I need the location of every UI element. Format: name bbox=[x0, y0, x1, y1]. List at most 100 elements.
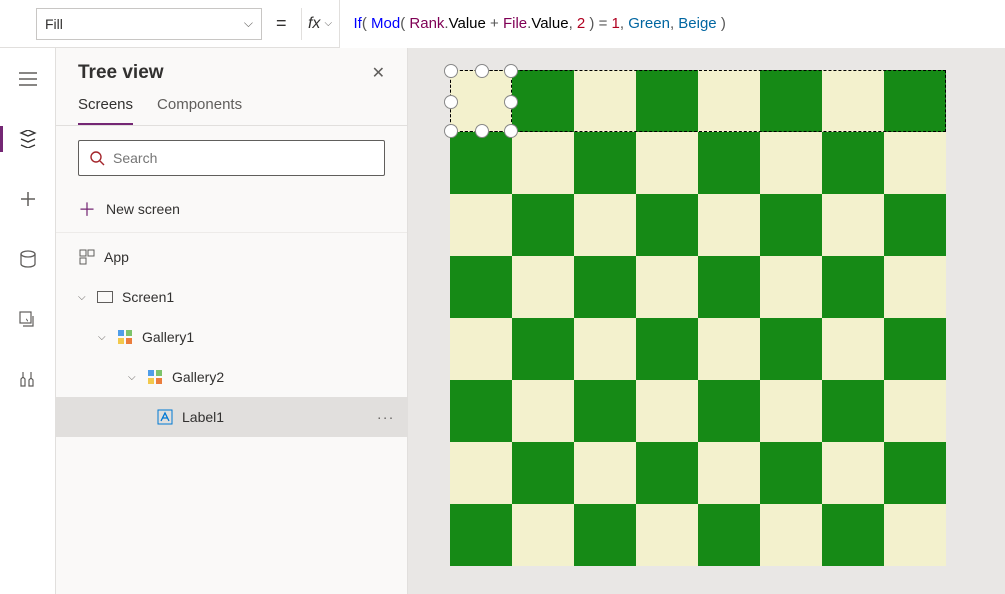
tree-view-panel: Tree view ✕ Screens Components ＋ New scr… bbox=[56, 48, 408, 594]
board-square bbox=[512, 256, 574, 318]
left-rail bbox=[0, 48, 56, 594]
board-square bbox=[884, 380, 946, 442]
board-square bbox=[574, 442, 636, 504]
board-square bbox=[574, 256, 636, 318]
tools-icon[interactable] bbox=[0, 362, 56, 396]
board-square bbox=[760, 70, 822, 132]
board-square bbox=[760, 256, 822, 318]
canvas[interactable] bbox=[408, 48, 1005, 594]
board-square bbox=[884, 318, 946, 380]
board-square bbox=[574, 70, 636, 132]
board-square bbox=[450, 194, 512, 256]
board-square bbox=[760, 318, 822, 380]
panel-title: Tree view bbox=[78, 62, 164, 84]
board-square bbox=[636, 70, 698, 132]
tree-item-gallery1[interactable]: ⌵ Gallery1 bbox=[56, 317, 407, 357]
board-square bbox=[698, 194, 760, 256]
hamburger-icon[interactable] bbox=[0, 62, 56, 96]
board-square bbox=[512, 318, 574, 380]
resize-handle[interactable] bbox=[475, 124, 489, 138]
tree-item-app[interactable]: App bbox=[56, 237, 407, 277]
board-square bbox=[884, 70, 946, 132]
fx-button[interactable]: fx ⌵ bbox=[301, 8, 339, 40]
board-square bbox=[760, 380, 822, 442]
formula-bar: Fill ⌵ = fx ⌵ If( Mod( Rank.Value + File… bbox=[0, 0, 1005, 48]
chevron-down-icon[interactable]: ⌵ bbox=[78, 292, 92, 303]
board-square bbox=[636, 442, 698, 504]
board-square bbox=[636, 256, 698, 318]
board-square bbox=[574, 132, 636, 194]
board-square bbox=[884, 194, 946, 256]
board-square bbox=[698, 256, 760, 318]
resize-handle[interactable] bbox=[444, 95, 458, 109]
board-square bbox=[760, 132, 822, 194]
formula-input[interactable]: If( Mod( Rank.Value + File.Value, 2 ) = … bbox=[339, 0, 1005, 48]
close-icon[interactable]: ✕ bbox=[372, 63, 385, 83]
chessboard bbox=[450, 70, 946, 566]
board-square bbox=[698, 318, 760, 380]
board-square bbox=[698, 380, 760, 442]
board-square bbox=[450, 504, 512, 566]
board-square bbox=[512, 442, 574, 504]
selection-outline[interactable] bbox=[450, 70, 512, 132]
tab-components[interactable]: Components bbox=[157, 96, 242, 125]
board-square bbox=[574, 504, 636, 566]
property-name: Fill bbox=[45, 16, 63, 32]
tree-view-icon[interactable] bbox=[0, 122, 56, 156]
new-screen-button[interactable]: ＋ New screen bbox=[56, 186, 407, 233]
resize-handle[interactable] bbox=[504, 95, 518, 109]
resize-handle[interactable] bbox=[504, 124, 518, 138]
search-icon bbox=[89, 150, 105, 166]
board-square bbox=[884, 256, 946, 318]
resize-handle[interactable] bbox=[504, 64, 518, 78]
board-square bbox=[822, 256, 884, 318]
resize-handle[interactable] bbox=[475, 64, 489, 78]
board-square bbox=[450, 442, 512, 504]
board-square bbox=[884, 132, 946, 194]
board-square bbox=[822, 70, 884, 132]
tree-item-label: App bbox=[104, 249, 129, 265]
fx-label: fx bbox=[308, 15, 320, 33]
property-selector[interactable]: Fill ⌵ bbox=[36, 8, 262, 40]
chevron-down-icon[interactable]: ⌵ bbox=[98, 332, 112, 343]
app-icon bbox=[78, 248, 96, 266]
board-square bbox=[822, 318, 884, 380]
media-icon[interactable] bbox=[0, 302, 56, 336]
data-icon[interactable] bbox=[0, 242, 56, 276]
board-square bbox=[884, 442, 946, 504]
label-icon bbox=[156, 408, 174, 426]
board-square bbox=[636, 504, 698, 566]
plus-icon: ＋ bbox=[78, 196, 96, 222]
tree-item-gallery2[interactable]: ⌵ Gallery2 bbox=[56, 357, 407, 397]
tree-item-label1[interactable]: Label1 ∙∙∙ bbox=[56, 397, 407, 437]
board-square bbox=[698, 70, 760, 132]
tab-screens[interactable]: Screens bbox=[78, 96, 133, 125]
board-square bbox=[698, 442, 760, 504]
board-square bbox=[760, 442, 822, 504]
gallery-icon bbox=[116, 328, 134, 346]
resize-handle[interactable] bbox=[444, 124, 458, 138]
board-square bbox=[512, 132, 574, 194]
board-square bbox=[574, 194, 636, 256]
board-square bbox=[636, 380, 698, 442]
insert-icon[interactable] bbox=[0, 182, 56, 216]
chevron-down-icon: ⌵ bbox=[324, 18, 332, 29]
board-square bbox=[822, 380, 884, 442]
board-square bbox=[822, 132, 884, 194]
search-input[interactable] bbox=[113, 150, 374, 166]
board-square bbox=[822, 442, 884, 504]
panel-tabs: Screens Components bbox=[56, 96, 407, 126]
board-square bbox=[450, 380, 512, 442]
tree-item-label: Screen1 bbox=[122, 289, 174, 305]
search-box[interactable] bbox=[78, 140, 385, 176]
board-square bbox=[450, 256, 512, 318]
chevron-down-icon[interactable]: ⌵ bbox=[128, 372, 142, 383]
board-square bbox=[760, 194, 822, 256]
board-square bbox=[698, 132, 760, 194]
more-icon[interactable]: ∙∙∙ bbox=[377, 409, 395, 425]
resize-handle[interactable] bbox=[444, 64, 458, 78]
tree-item-screen1[interactable]: ⌵ Screen1 bbox=[56, 277, 407, 317]
gallery-icon bbox=[146, 368, 164, 386]
board-square bbox=[450, 318, 512, 380]
board-square bbox=[698, 504, 760, 566]
